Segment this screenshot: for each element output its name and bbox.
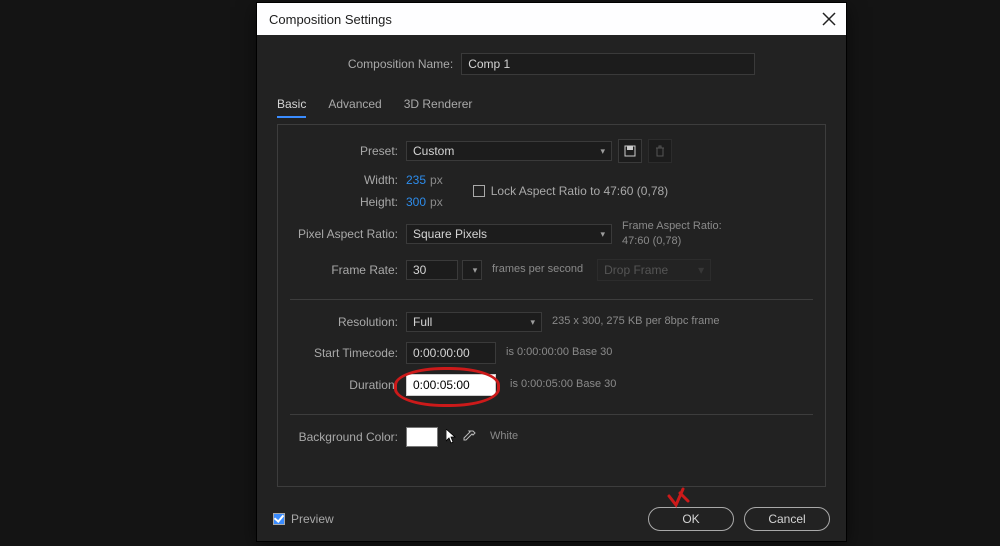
- delete-preset-button: [648, 139, 672, 163]
- preset-value: Custom: [413, 141, 454, 161]
- tab-basic[interactable]: Basic: [277, 93, 306, 117]
- width-value[interactable]: 235: [406, 173, 426, 187]
- tab-3d-renderer[interactable]: 3D Renderer: [404, 93, 473, 117]
- comp-name-label: Composition Name:: [348, 57, 453, 71]
- lock-aspect-checkbox[interactable]: [473, 185, 485, 197]
- frame-rate-dropdown[interactable]: ▾: [462, 260, 482, 280]
- dialog-footer: Preview OK Cancel: [257, 497, 846, 541]
- chevron-down-icon: ▾: [530, 312, 535, 332]
- tab-advanced[interactable]: Advanced: [328, 93, 381, 117]
- preset-select[interactable]: Custom ▾: [406, 141, 612, 161]
- cursor-icon: [446, 429, 458, 445]
- composition-settings-dialog: Composition Settings Composition Name: B…: [257, 3, 846, 541]
- save-preset-button[interactable]: [618, 139, 642, 163]
- preview-label: Preview: [291, 512, 334, 526]
- cancel-button[interactable]: Cancel: [744, 507, 830, 531]
- preset-label: Preset:: [290, 144, 398, 158]
- width-suffix: px: [430, 173, 443, 187]
- pixel-aspect-select[interactable]: Square Pixels ▾: [406, 224, 612, 244]
- resolution-label: Resolution:: [290, 315, 398, 329]
- basic-panel: Preset: Custom ▾ Width: 235: [277, 124, 826, 487]
- lock-aspect-label: Lock Aspect Ratio to 47:60 (0,78): [491, 184, 668, 198]
- start-timecode-info: is 0:00:00:00 Base 30: [506, 345, 612, 360]
- duration-info: is 0:00:05:00 Base 30: [510, 377, 616, 392]
- pixel-aspect-label: Pixel Aspect Ratio:: [290, 227, 398, 241]
- tab-bar: Basic Advanced 3D Renderer: [277, 93, 826, 118]
- width-label: Width:: [290, 173, 398, 187]
- start-timecode-label: Start Timecode:: [290, 346, 398, 360]
- duration-input[interactable]: [406, 374, 496, 396]
- dialog-title: Composition Settings: [269, 12, 392, 27]
- chevron-down-icon: ▾: [473, 260, 478, 280]
- frame-aspect-title: Frame Aspect Ratio:: [622, 219, 722, 234]
- frame-rate-suffix: frames per second: [492, 262, 583, 277]
- pixel-aspect-value: Square Pixels: [413, 224, 487, 244]
- bg-color-label: Background Color:: [290, 430, 398, 444]
- height-label: Height:: [290, 195, 398, 209]
- frame-rate-label: Frame Rate:: [290, 263, 398, 277]
- close-icon[interactable]: [822, 12, 836, 26]
- height-suffix: px: [430, 195, 443, 209]
- drop-frame-select: Drop Frame ▾: [597, 259, 711, 281]
- comp-name-input[interactable]: [461, 53, 755, 75]
- frame-rate-input[interactable]: 30: [406, 260, 458, 280]
- resolution-info: 235 x 300, 275 KB per 8bpc frame: [552, 314, 720, 329]
- preview-checkbox[interactable]: [273, 513, 285, 525]
- resolution-value: Full: [413, 312, 432, 332]
- frame-aspect-value: 47:60 (0,78): [622, 234, 722, 249]
- duration-label: Duration:: [290, 378, 398, 392]
- chevron-down-icon: ▾: [600, 224, 605, 244]
- height-value[interactable]: 300: [406, 195, 426, 209]
- bg-color-name: White: [490, 429, 518, 444]
- start-timecode-input[interactable]: [406, 342, 496, 364]
- bg-color-swatch[interactable]: [406, 427, 438, 447]
- dialog-header: Composition Settings: [257, 3, 846, 35]
- ok-button[interactable]: OK: [648, 507, 734, 531]
- resolution-select[interactable]: Full ▾: [406, 312, 542, 332]
- eyedropper-icon[interactable]: [462, 430, 476, 444]
- chevron-down-icon: ▾: [698, 260, 704, 280]
- chevron-down-icon: ▾: [600, 141, 605, 161]
